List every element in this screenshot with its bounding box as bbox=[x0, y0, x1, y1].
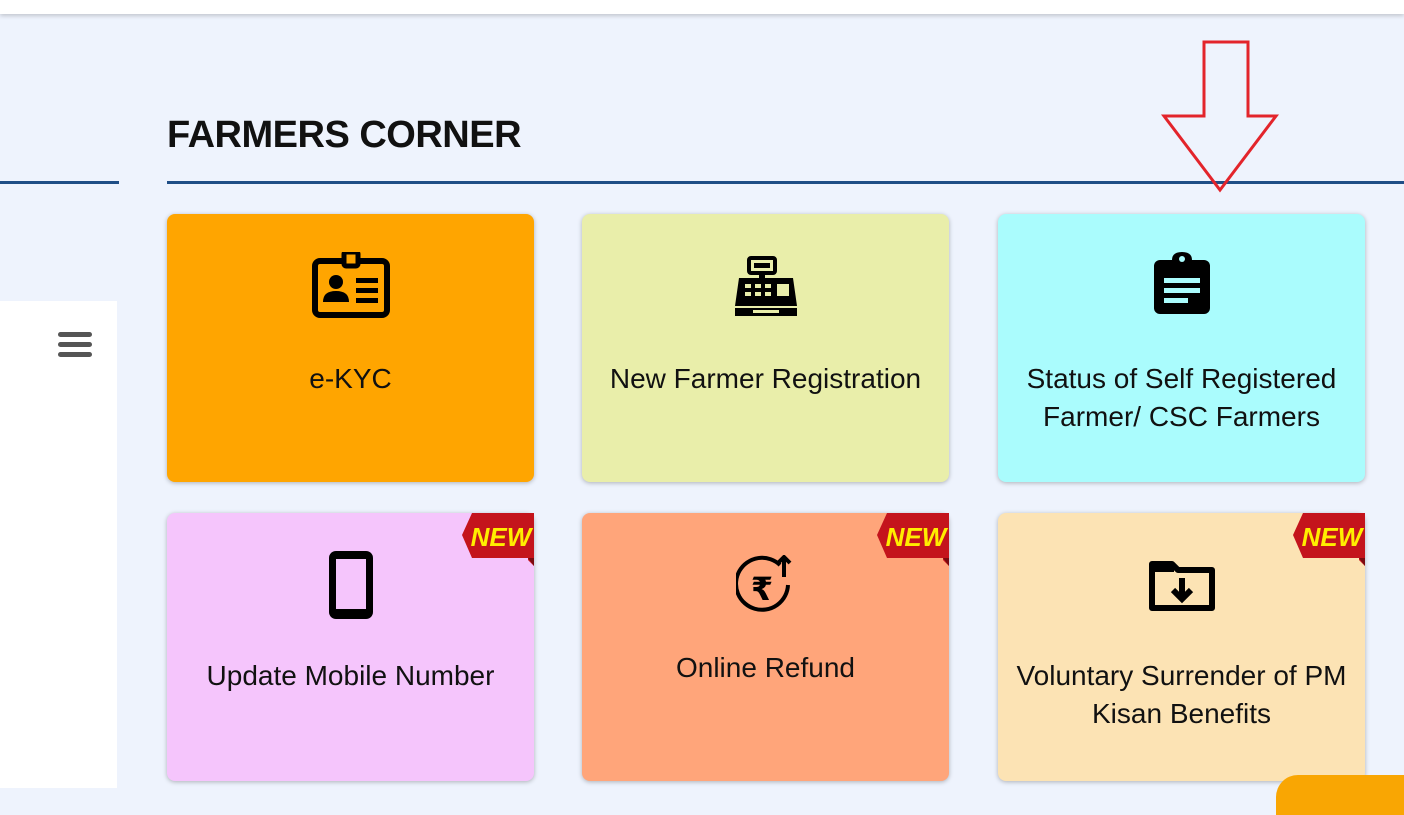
card-label: e-KYC bbox=[309, 363, 392, 394]
left-divider bbox=[0, 181, 119, 184]
new-badge-label: NEW bbox=[471, 522, 534, 552]
id-card-icon bbox=[311, 252, 390, 318]
hamburger-menu-icon[interactable] bbox=[58, 332, 92, 358]
card-status-self-registered[interactable]: Status of Self Registered Farmer/ CSC Fa… bbox=[998, 214, 1365, 482]
new-badge: NEW bbox=[877, 513, 949, 566]
folder-download-icon bbox=[1148, 561, 1215, 611]
clipboard-list-icon bbox=[1153, 252, 1210, 314]
annotation-arrow-icon bbox=[1160, 40, 1280, 193]
card-update-mobile-number[interactable]: Update Mobile Number NEW bbox=[167, 513, 534, 781]
card-label: Voluntary Surrender of PM Kisan Benefits bbox=[1016, 660, 1347, 729]
card-label: Online Refund bbox=[675, 652, 855, 683]
top-header-bar bbox=[0, 0, 1404, 14]
card-online-refund[interactable]: ₹ Online Refund NEW bbox=[582, 513, 949, 781]
scroll-to-top-button[interactable] bbox=[1276, 775, 1404, 815]
left-side-panel bbox=[0, 301, 117, 788]
new-badge-label: NEW bbox=[1302, 522, 1365, 552]
card-voluntary-surrender[interactable]: Voluntary Surrender of PM Kisan Benefits… bbox=[998, 513, 1365, 781]
card-new-farmer-registration[interactable]: New Farmer Registration bbox=[582, 214, 949, 482]
new-badge-label: NEW bbox=[886, 522, 949, 552]
cash-register-icon bbox=[734, 256, 797, 316]
card-label: Status of Self Registered Farmer/ CSC Fa… bbox=[1026, 363, 1337, 432]
new-badge: NEW bbox=[462, 513, 534, 566]
card-label: Update Mobile Number bbox=[206, 660, 495, 691]
new-badge: NEW bbox=[1293, 513, 1365, 566]
section-title: FARMERS CORNER bbox=[167, 114, 522, 156]
svg-text:₹: ₹ bbox=[750, 570, 772, 608]
card-e-kyc[interactable]: e-KYC bbox=[167, 214, 534, 482]
card-label: New Farmer Registration bbox=[609, 363, 922, 394]
rupee-refund-icon: ₹ bbox=[735, 555, 791, 612]
mobile-phone-icon bbox=[328, 551, 373, 619]
